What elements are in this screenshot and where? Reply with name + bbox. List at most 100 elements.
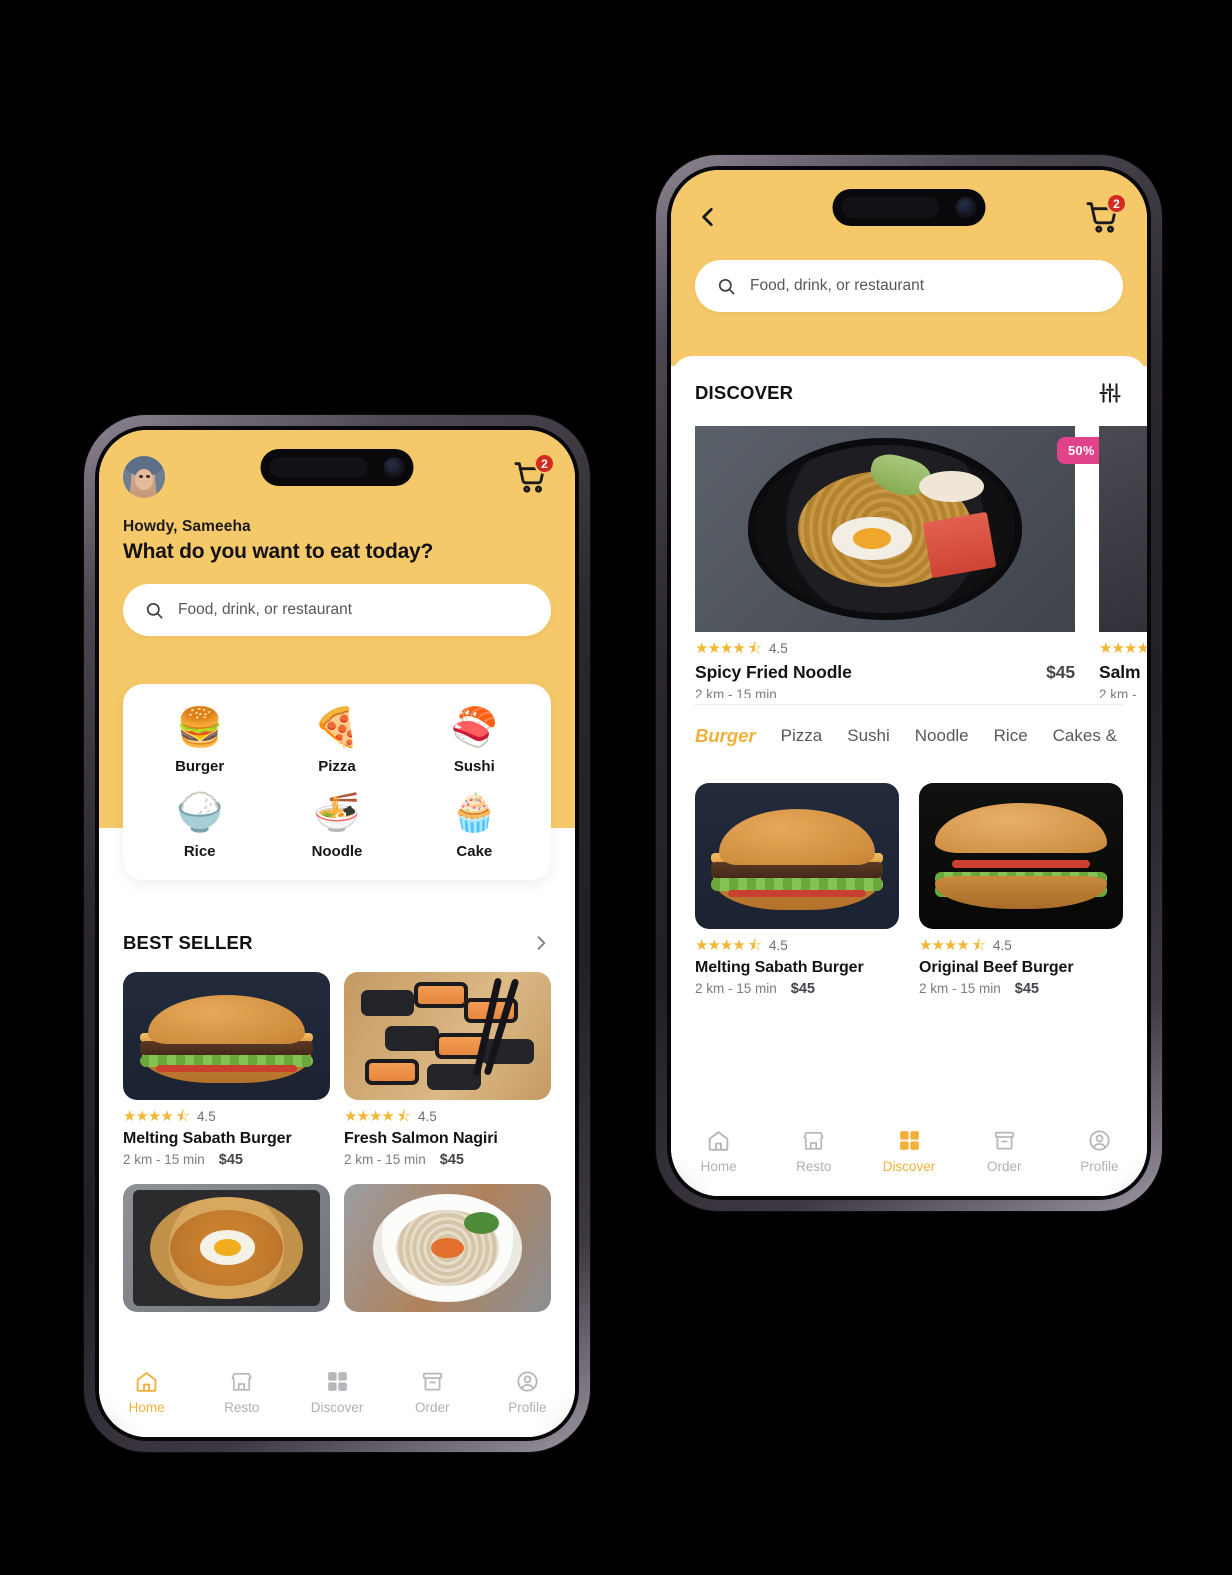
bottom-tab-bar: Home Resto Discover Order Profile: [99, 1357, 575, 1437]
product-name: Fresh Salmon Nagiri: [344, 1130, 498, 1147]
tab-label: Resto: [224, 1400, 260, 1415]
featured-card[interactable]: ★★★★⯪ 4.5 Salm 2 km -: [1099, 426, 1147, 698]
distance-time: 2 km - 15 min: [344, 1152, 426, 1167]
phone-home: 2 Howdy, Sameeha What do you want to eat…: [84, 415, 590, 1452]
category-chips[interactable]: Burger Pizza Sushi Noodle Rice Cakes &: [671, 725, 1147, 747]
front-camera-icon: [383, 457, 405, 478]
store-icon: [803, 1131, 824, 1150]
half-star-icon: ⯪: [747, 640, 762, 657]
category-card: 🍔 Burger 🍕 Pizza 🍣 Sushi 🍚 Rice 🍜 Noodle…: [123, 684, 551, 880]
distance-time: 2 km - 15 min: [919, 981, 1001, 996]
front-camera-icon: [955, 197, 977, 218]
category-label: Burger: [175, 758, 225, 775]
product-image: [123, 972, 330, 1100]
phone-bezel: 2 Howdy, Sameeha What do you want to eat…: [95, 426, 579, 1441]
chip-burger[interactable]: Burger: [695, 725, 756, 747]
category-rice[interactable]: 🍚 Rice: [131, 791, 268, 860]
category-cake[interactable]: 🧁 Cake: [406, 791, 543, 860]
tab-label: Resto: [796, 1159, 832, 1174]
category-burger[interactable]: 🍔 Burger: [131, 706, 268, 775]
featured-carousel[interactable]: 50% OFF ★★★★ ⯪ 4.5 Spicy Fried Noodle $45…: [671, 426, 1147, 698]
chip-cakes[interactable]: Cakes &: [1053, 726, 1117, 746]
discover-section-header: DISCOVER: [671, 380, 1147, 406]
stars-icon: ★★★★: [344, 1108, 395, 1125]
tab-discover[interactable]: Discover: [289, 1369, 384, 1415]
chip-noodle[interactable]: Noodle: [915, 726, 969, 746]
chip-rice[interactable]: Rice: [994, 726, 1028, 746]
tab-resto[interactable]: Resto: [194, 1369, 289, 1415]
tab-label: Order: [414, 1400, 450, 1415]
tab-order[interactable]: Order: [385, 1369, 480, 1415]
avatar[interactable]: [123, 456, 165, 498]
rating: ★★★★⯪ 4.5: [695, 641, 1075, 656]
section-title: BEST SELLER: [123, 932, 253, 953]
dynamic-island: [260, 449, 414, 486]
rating-value: 4.5: [769, 938, 788, 953]
tab-label: Home: [128, 1400, 165, 1415]
greeting-block: Howdy, Sameeha What do you want to eat t…: [99, 502, 575, 564]
tab-profile[interactable]: Profile: [480, 1369, 575, 1415]
chevron-right-icon[interactable]: [531, 933, 551, 953]
chip-sushi[interactable]: Sushi: [847, 726, 890, 746]
category-sushi[interactable]: 🍣 Sushi: [406, 706, 543, 775]
tab-home[interactable]: Home: [99, 1369, 194, 1415]
tab-discover[interactable]: Discover: [861, 1128, 956, 1174]
noodle-icon: 🍜: [313, 792, 361, 834]
chip-pizza[interactable]: Pizza: [781, 726, 823, 746]
cart-button[interactable]: 2: [511, 453, 555, 497]
discover-content: DISCOVER 50% OFF ★★★★ ⯪ 4.5 Spicy Fried …: [671, 380, 1147, 997]
product-card[interactable]: ★★★★ ⯪ 4.5 Fresh Salmon Nagiri 2 km - 15 …: [344, 972, 551, 1168]
stars-icon: ★★★★: [919, 937, 970, 954]
half-star-icon: ⯪: [747, 937, 762, 954]
featured-card[interactable]: 50% OFF ★★★★ ⯪ 4.5 Spicy Fried Noodle $45…: [695, 426, 1136, 698]
half-star-icon: ⯪: [971, 937, 986, 954]
product-card[interactable]: ★★★★ ⯪ 4.5 Melting Sabath Burger 2 km - 1…: [123, 972, 330, 1168]
category-label: Pizza: [318, 758, 356, 775]
tab-order[interactable]: Order: [957, 1128, 1052, 1174]
category-label: Noodle: [311, 843, 363, 860]
category-pizza[interactable]: 🍕 Pizza: [268, 706, 405, 775]
tab-profile[interactable]: Profile: [1052, 1128, 1147, 1174]
search-input[interactable]: Food, drink, or restaurant: [695, 260, 1123, 312]
cart-button[interactable]: 2: [1083, 193, 1127, 237]
category-noodle[interactable]: 🍜 Noodle: [268, 791, 405, 860]
rating-value: 4.5: [993, 938, 1012, 953]
stars-icon: ★★★★: [1099, 640, 1147, 657]
product-card[interactable]: ★★★★ ⯪ 4.5 Melting Sabath Burger 2 km - 1…: [695, 783, 899, 997]
burger-icon: 🍔: [176, 707, 224, 749]
box-icon: [994, 1131, 1014, 1150]
bottom-tab-bar: Home Resto Discover Order Profile: [671, 1116, 1147, 1196]
rating-value: 4.5: [418, 1109, 437, 1124]
product-card[interactable]: ★★★★ ⯪ 4.5 Original Beef Burger 2 km - 15…: [919, 783, 1123, 997]
tab-resto[interactable]: Resto: [766, 1128, 861, 1174]
product-image: [695, 783, 899, 929]
home-screen: 2 Howdy, Sameeha What do you want to eat…: [99, 430, 575, 1437]
rating: ★★★★⯪ 4.5: [695, 938, 899, 953]
product-image: [123, 1184, 330, 1312]
distance-time: 2 km - 15 min: [695, 981, 777, 996]
price: $45: [790, 981, 815, 997]
price: $45: [1046, 662, 1075, 682]
product-card[interactable]: [344, 1184, 551, 1312]
search-placeholder: Food, drink, or restaurant: [178, 601, 353, 618]
store-icon: [231, 1372, 252, 1391]
product-name: Melting Sabath Burger: [123, 1130, 292, 1147]
tab-home[interactable]: Home: [671, 1128, 766, 1174]
best-seller-grid-row2: [99, 1184, 575, 1312]
grid-icon: [327, 1372, 347, 1391]
product-name: Spicy Fried Noodle: [695, 662, 852, 682]
section-header: BEST SELLER: [99, 932, 575, 954]
category-label: Cake: [456, 843, 493, 860]
tab-label: Order: [986, 1159, 1022, 1174]
page-title: What do you want to eat today?: [123, 540, 434, 563]
product-image: [1099, 426, 1147, 632]
search-input[interactable]: Food, drink, or restaurant: [123, 584, 551, 636]
sushi-icon: 🍣: [450, 707, 498, 749]
tab-label: Discover: [882, 1159, 936, 1174]
back-chevron-icon[interactable]: [695, 204, 721, 230]
home-icon: [708, 1131, 729, 1151]
filter-sliders-icon[interactable]: [1097, 380, 1123, 406]
product-name: Melting Sabath Burger: [695, 959, 864, 976]
home-icon: [136, 1372, 157, 1392]
product-card[interactable]: [123, 1184, 330, 1312]
